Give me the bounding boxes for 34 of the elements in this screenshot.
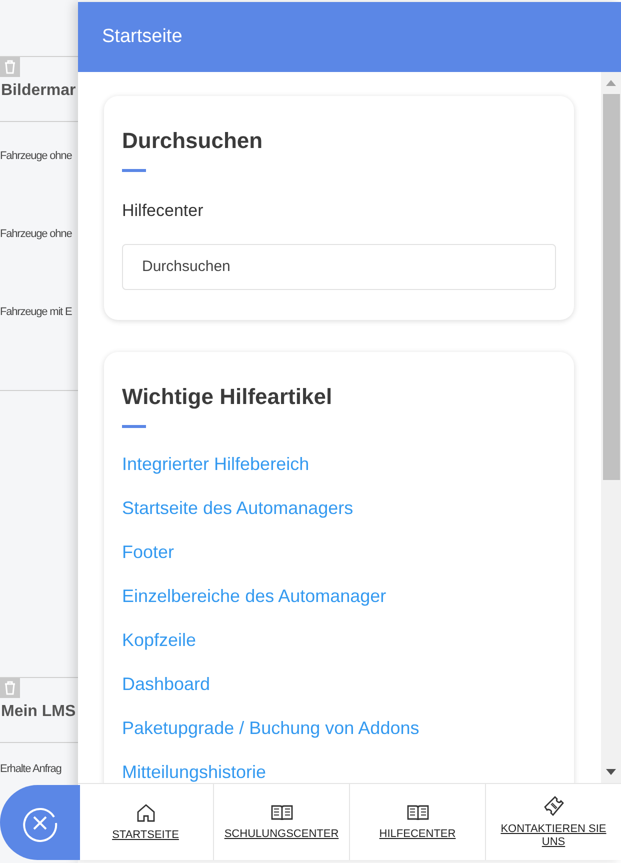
article-link[interactable]: Mitteilungshistorie (122, 750, 266, 783)
ticket-icon[interactable] (542, 795, 564, 817)
scroll-up-icon[interactable] (606, 80, 616, 86)
nav-tab[interactable]: STARTSEITE (78, 784, 213, 860)
heading-underline (122, 169, 146, 172)
house-icon[interactable] (136, 802, 156, 822)
book-icon[interactable] (406, 804, 428, 822)
row-text: Fahrzeuge ohne (0, 149, 73, 164)
nav-tab[interactable]: SCHULUNGSCENTER (213, 784, 349, 860)
article-link[interactable]: Dashboard (122, 662, 210, 706)
article-link[interactable]: Kopfzeile (122, 618, 196, 662)
row-text: Erhalte Anfrag (0, 762, 62, 777)
section-title: Mein LMS (0, 702, 77, 722)
nav-tab[interactable]: KONTAKTIEREN SIE UNS (485, 784, 621, 860)
heading-underline (122, 424, 146, 428)
article-link[interactable]: Footer (122, 530, 174, 574)
section-title: Bildermar (0, 81, 77, 101)
scrollbar-thumb[interactable] (602, 94, 620, 480)
panel-title: Startseite (102, 24, 182, 49)
row-text: Fahrzeuge ohne (0, 227, 73, 242)
article-link[interactable]: Integrierter Hilfebereich (122, 442, 310, 486)
article-link[interactable]: Einzelbereiche des Automanager (122, 574, 386, 618)
article-link[interactable]: Startseite des Automanagers (122, 486, 354, 530)
field-label: Hilfecenter (122, 200, 204, 222)
nav-tab[interactable]: HILFECENTER (349, 784, 485, 860)
search-field[interactable]: Durchsuchen (122, 244, 556, 290)
book-icon[interactable] (270, 804, 292, 822)
row-text: Fahrzeuge mit E (0, 305, 73, 320)
card-heading: Wichtige Hilfeartikel (122, 382, 334, 411)
card-heading: Durchsuchen (122, 127, 264, 155)
scroll-down-icon[interactable] (606, 769, 616, 775)
scrollbar[interactable] (601, 72, 621, 783)
article-link[interactable]: Paketupgrade / Buchung von Addons (122, 706, 420, 750)
close-button[interactable] (0, 785, 80, 860)
